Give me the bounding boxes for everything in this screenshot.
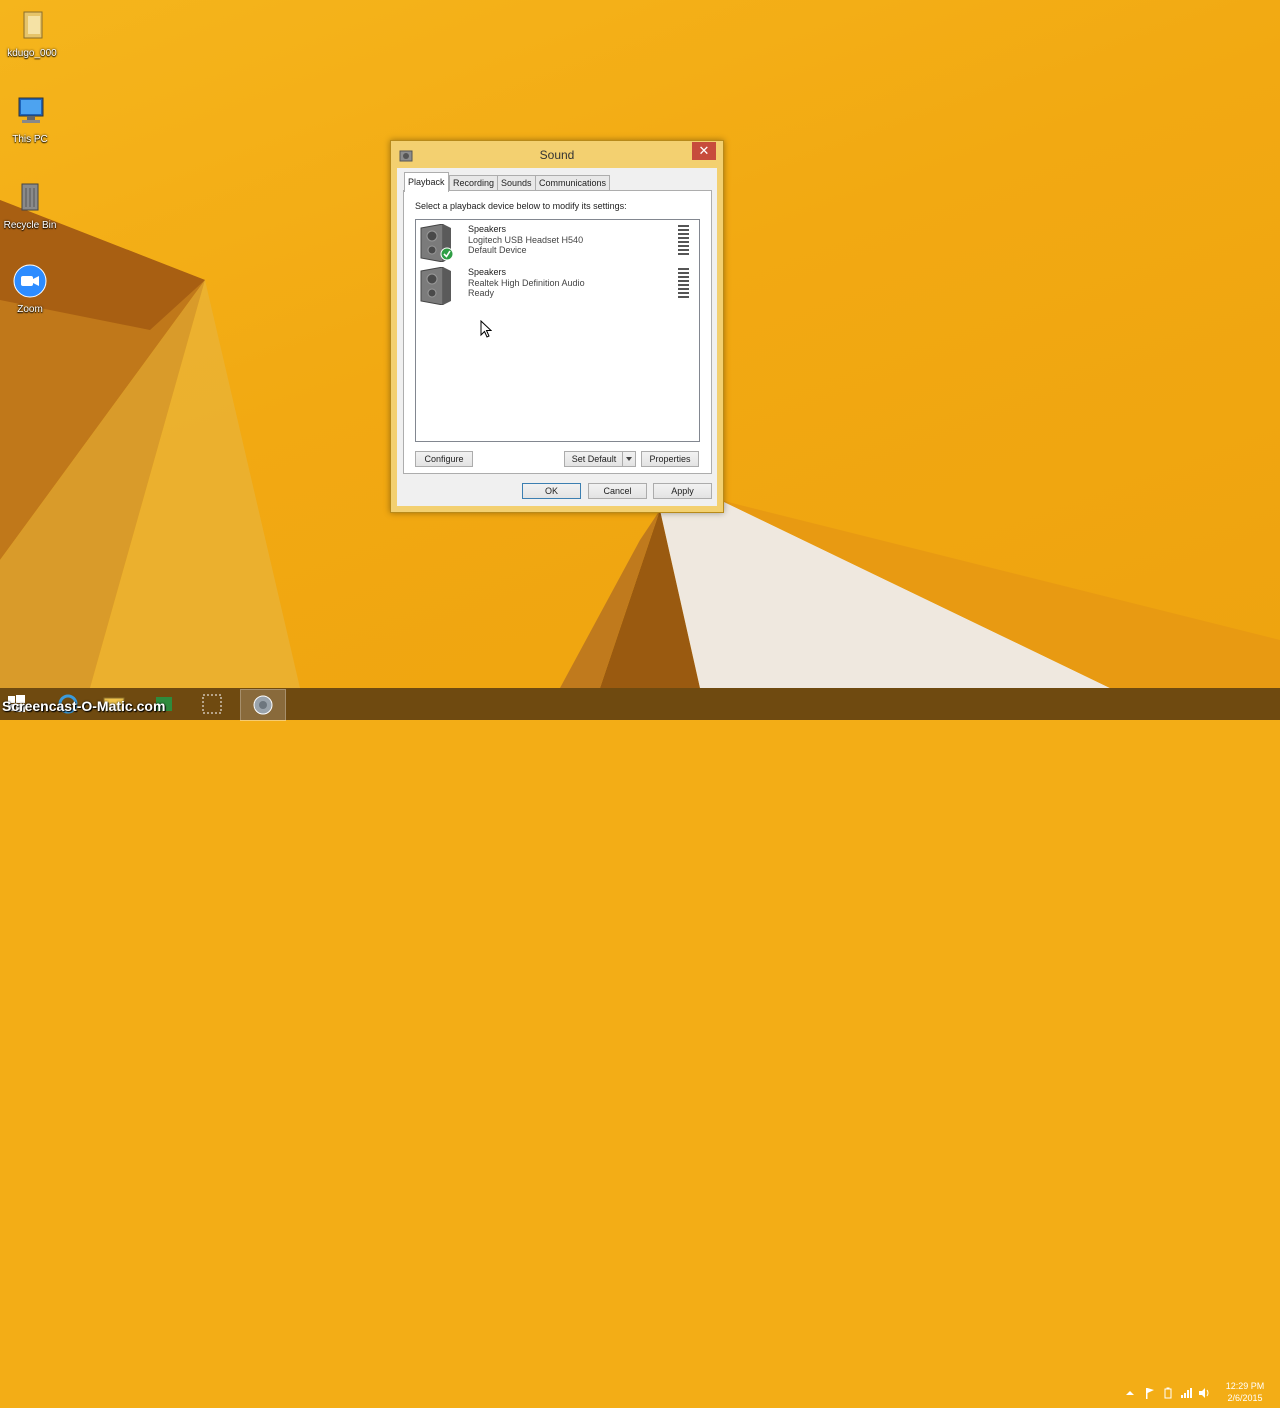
device-driver: Realtek High Definition Audio [468, 277, 585, 288]
set-default-label: Set Default [571, 454, 617, 464]
taskbar-capture[interactable] [190, 689, 234, 719]
clock-date: 2/6/2015 [1227, 1393, 1263, 1403]
desktop-icon-user-folder[interactable]: kdugo_000 [0, 8, 64, 59]
volume-icon[interactable] [1198, 1387, 1210, 1399]
taskbar: 12:29 PM 2/6/2015 [0, 688, 1280, 1403]
speaker-device-icon [420, 224, 453, 262]
instruction-text: Select a playback device below to modify… [415, 201, 627, 211]
clock[interactable]: 12:29 PM 2/6/2015 [1214, 1380, 1276, 1404]
desktop-icon-zoom[interactable]: Zoom [0, 264, 62, 315]
dialog-title: Sound [539, 148, 575, 162]
device-name: Speakers [468, 267, 507, 277]
device-status: Default Device [468, 245, 527, 255]
title-bar[interactable]: Sound ✕ [391, 141, 723, 168]
set-default-button[interactable]: Set Default [564, 451, 636, 467]
desktop-icon-label: This PC [12, 134, 48, 145]
clock-time: 12:29 PM [1225, 1381, 1265, 1391]
device-name: Speakers [468, 224, 507, 234]
desktop-icon-label: Zoom [17, 304, 43, 315]
speaker-device-icon [420, 267, 451, 305]
computer-icon [18, 97, 44, 123]
sound-dialog: Sound ✕ Playback Recording Sounds Commun… [390, 140, 724, 513]
apply-button[interactable]: Apply [653, 483, 712, 499]
configure-button[interactable]: Configure [415, 451, 473, 467]
device-item[interactable]: Speakers Logitech USB Headset H540 Defau… [418, 222, 696, 262]
desktop-icon-label: Recycle Bin [3, 220, 57, 231]
desktop-icon-recycle-bin[interactable]: Recycle Bin [0, 180, 62, 231]
volume-meter [678, 224, 689, 256]
properties-button[interactable]: Properties [641, 451, 699, 467]
tab-playback[interactable]: Playback [404, 172, 449, 192]
device-driver: Logitech USB Headset H540 [468, 234, 584, 245]
volume-meter [678, 267, 689, 299]
cancel-button[interactable]: Cancel [588, 483, 647, 499]
desktop-icon-this-pc[interactable]: This PC [0, 94, 62, 145]
desktop-icon-label: kdugo_000 [7, 48, 57, 59]
ok-button[interactable]: OK [522, 483, 581, 499]
folder-icon [23, 11, 43, 39]
recycle-bin-icon [21, 183, 39, 211]
device-status: Ready [468, 288, 495, 298]
chevron-down-icon[interactable] [622, 452, 635, 466]
signal-icon[interactable] [1180, 1387, 1192, 1399]
device-list: Speakers Logitech USB Headset H540 Defau… [415, 219, 700, 442]
settings-icon [253, 695, 273, 715]
flag-icon[interactable] [1144, 1387, 1156, 1399]
playback-panel: Select a playback device below to modify… [403, 190, 712, 474]
tab-communications[interactable]: Communications [535, 175, 611, 191]
zoom-icon [13, 264, 47, 298]
tab-recording[interactable]: Recording [449, 175, 499, 191]
tab-sounds[interactable]: Sounds [497, 175, 536, 191]
chevron-up-icon[interactable] [1124, 1387, 1136, 1399]
taskbar-sound-settings[interactable] [240, 689, 286, 721]
dialog-client: Playback Recording Sounds Communications… [397, 168, 717, 506]
device-item[interactable]: Speakers Realtek High Definition Audio R… [418, 265, 696, 305]
battery-icon[interactable] [1162, 1387, 1174, 1399]
screencast-watermark: Screencast-O-Matic.com [2, 698, 166, 714]
mouse-cursor-icon [480, 320, 492, 338]
screen-capture-icon [202, 694, 222, 714]
close-button[interactable]: ✕ [692, 142, 716, 160]
